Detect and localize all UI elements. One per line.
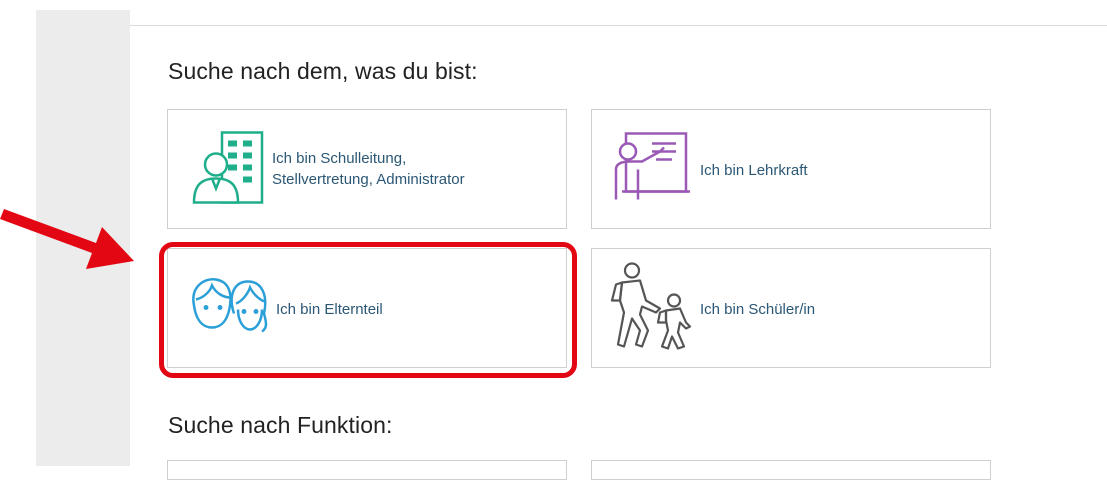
card-school-admin-label: Ich bin Schulleitung, Stellvertretung, A… xyxy=(272,150,465,188)
card-teacher[interactable]: Ich bin Lehrkraft xyxy=(591,109,991,229)
student-icon xyxy=(610,261,694,356)
arrow-annotation-icon xyxy=(0,195,140,280)
function-section-title: Suche nach Funktion: xyxy=(168,412,393,438)
top-divider xyxy=(130,25,1107,26)
card-school-admin[interactable]: Ich bin Schulleitung, Stellvertretung, A… xyxy=(167,109,567,229)
role-section-title: Suche nach dem, was du bist: xyxy=(168,58,478,84)
card-student-label: Ich bin Schüler/in xyxy=(700,301,816,318)
card-teacher-label: Ich bin Lehrkraft xyxy=(700,162,808,179)
school-admin-icon xyxy=(188,127,268,212)
function-card-right[interactable] xyxy=(591,460,991,480)
teacher-icon xyxy=(612,130,692,209)
highlight-box xyxy=(159,242,577,378)
card-student[interactable]: Ich bin Schüler/in xyxy=(591,248,991,368)
function-card-left[interactable] xyxy=(167,460,567,480)
